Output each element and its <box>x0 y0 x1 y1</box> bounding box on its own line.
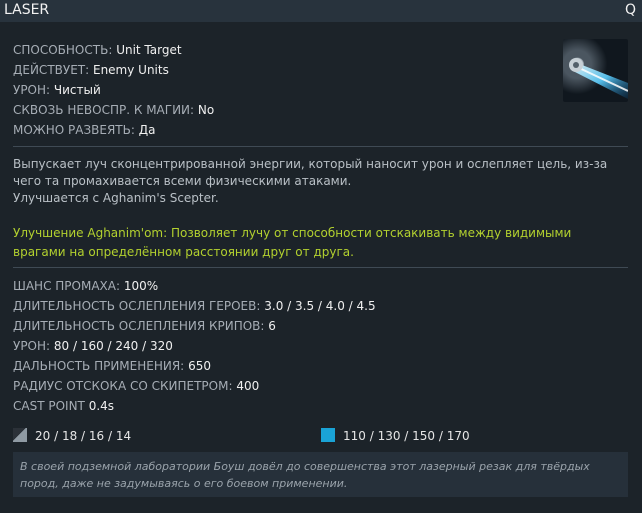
stat-row: ДЛИТЕЛЬНОСТЬ ОСЛЕПЛЕНИЯ ГЕРОЕВ: 3.0 / 3.… <box>13 296 376 316</box>
property-row: СПОСОБНОСТЬ: Unit Target <box>13 40 214 60</box>
separator <box>13 267 628 268</box>
stat-value: 650 <box>188 359 211 373</box>
stat-row: ШАНС ПРОМАХА: 100% <box>13 276 376 296</box>
description-text: Выпускает луч сконцентрированной энергии… <box>13 157 608 188</box>
ability-stats: ШАНС ПРОМАХА: 100% ДЛИТЕЛЬНОСТЬ ОСЛЕПЛЕН… <box>13 276 376 416</box>
property-value: Чистый <box>53 83 101 97</box>
ability-properties: СПОСОБНОСТЬ: Unit Target ДЕЙСТВУЕТ: Enem… <box>13 40 214 140</box>
stat-value: 100% <box>123 279 159 293</box>
separator <box>13 146 628 147</box>
stat-row: CAST POINT 0.4s <box>13 396 376 416</box>
stat-label: УРОН: <box>13 339 51 353</box>
stat-label: ДЛИТЕЛЬНОСТЬ ОСЛЕПЛЕНИЯ ГЕРОЕВ: <box>13 299 261 313</box>
property-row: УРОН: Чистый <box>13 80 214 100</box>
property-row: ДЕЙСТВУЕТ: Enemy Units <box>13 60 214 80</box>
stat-row: РАДИУС ОТСКОКА СО СКИПЕТРОМ: 400 <box>13 376 376 396</box>
scepter-upgrade-note: Улучшается с Aghanim's Scepter. <box>13 191 219 205</box>
property-row: МОЖНО РАЗВЕЯТЬ: Да <box>13 120 214 140</box>
cooldown-icon <box>13 428 27 442</box>
stat-row: ДАЛЬНОСТЬ ПРИМЕНЕНИЯ: 650 <box>13 356 376 376</box>
ability-description: Выпускает луч сконцентрированной энергии… <box>13 156 623 207</box>
property-label: УРОН: <box>13 83 51 97</box>
mana-icon <box>321 428 335 442</box>
cooldown-cost: 20 / 18 / 16 / 14 <box>13 426 131 446</box>
stat-label: ШАНС ПРОМАХА: <box>13 279 120 293</box>
cooldown-value: 20 / 18 / 16 / 14 <box>35 429 132 443</box>
ability-hotkey: Q <box>624 2 636 18</box>
property-value: Enemy Units <box>92 63 169 77</box>
ability-costs: 20 / 18 / 16 / 14 110 / 130 / 150 / 170 <box>13 426 628 446</box>
lore-text: В своей подземной лаборатории Боуш довёл… <box>13 452 628 497</box>
property-value: Unit Target <box>116 43 182 57</box>
stat-value: 6 <box>268 319 276 333</box>
ability-tooltip: СПОСОБНОСТЬ: Unit Target ДЕЙСТВУЕТ: Enem… <box>0 22 642 513</box>
stat-row: ДЛИТЕЛЬНОСТЬ ОСЛЕПЛЕНИЯ КРИПОВ: 6 <box>13 316 376 336</box>
stat-value: 0.4s <box>88 399 115 413</box>
ability-name: LASER <box>4 2 50 18</box>
property-row: СКВОЗЬ НЕВОСПР. К МАГИИ: No <box>13 100 214 120</box>
stat-label: ДЛИТЕЛЬНОСТЬ ОСЛЕПЛЕНИЯ КРИПОВ: <box>13 319 265 333</box>
property-label: МОЖНО РАЗВЕЯТЬ: <box>13 123 135 137</box>
laser-beam-icon <box>563 39 628 102</box>
stat-label: РАДИУС ОТСКОКА СО СКИПЕТРОМ: <box>13 379 233 393</box>
stat-value: 80 / 160 / 240 / 320 <box>53 339 173 353</box>
mana-cost: 110 / 130 / 150 / 170 <box>321 426 470 446</box>
stat-label: ДАЛЬНОСТЬ ПРИМЕНЕНИЯ: <box>13 359 185 373</box>
property-value: Да <box>138 123 156 137</box>
stat-label: CAST POINT <box>13 399 85 413</box>
mana-value: 110 / 130 / 150 / 170 <box>343 429 470 443</box>
property-value: No <box>197 103 215 117</box>
stat-row: УРОН: 80 / 160 / 240 / 320 <box>13 336 376 356</box>
property-label: СПОСОБНОСТЬ: <box>13 43 113 57</box>
aghanim-upgrade-text: Улучшение Aghanim'om: Позволяет лучу от … <box>13 226 572 259</box>
stat-value: 400 <box>236 379 260 393</box>
ability-title-bar: LASER Q <box>0 0 642 22</box>
property-label: ДЕЙСТВУЕТ: <box>13 63 90 77</box>
property-label: СКВОЗЬ НЕВОСПР. К МАГИИ: <box>13 103 195 117</box>
stat-value: 3.0 / 3.5 / 4.0 / 4.5 <box>264 299 376 313</box>
